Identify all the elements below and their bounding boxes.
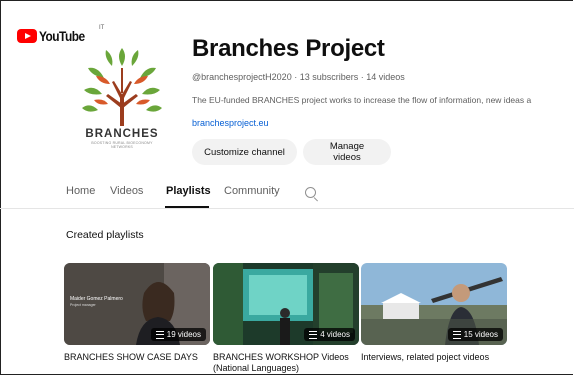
playlist-thumbnail[interactable]: 15 videos [361, 263, 507, 345]
playlist-thumbnail[interactable]: 4 videos [213, 263, 359, 345]
video-count-badge: 19 videos [150, 328, 206, 341]
video-count-badge: 15 videos [447, 328, 503, 341]
region-code: IT [99, 25, 105, 31]
avatar-tagline: BOOSTING RURAL BIOECONOMY NETWORKS [91, 141, 153, 149]
playlist-title[interactable]: BRANCHES SHOW CASE DAYS [64, 352, 210, 363]
playlist-card[interactable]: Maider Gomez Palmero Project manager 19 … [64, 263, 210, 363]
playlist-icon [309, 330, 318, 339]
thumbnail-overlay-role: Project manager [70, 303, 96, 307]
channel-tabs: Home Videos Playlists Community [0, 178, 574, 209]
channel-description[interactable]: The EU-funded BRANCHES project works to … [192, 95, 574, 105]
playlist-card[interactable]: 4 videos BRANCHES WORKSHOP Videos (Natio… [213, 263, 359, 374]
customize-channel-button[interactable]: Customize channel [192, 139, 297, 165]
search-icon[interactable] [305, 187, 316, 198]
channel-title: Branches Project [192, 35, 385, 62]
playlist-title[interactable]: BRANCHES WORKSHOP Videos (National Langu… [213, 352, 359, 374]
manage-videos-button[interactable]: Manage videos [303, 139, 391, 165]
tab-playlists[interactable]: Playlists [166, 185, 211, 197]
playlist-thumbnail[interactable]: Maider Gomez Palmero Project manager 19 … [64, 263, 210, 345]
tab-home[interactable]: Home [66, 185, 95, 197]
channel-link[interactable]: branchesproject.eu [192, 118, 269, 128]
thumbnail-overlay-name: Maider Gomez Palmero [70, 296, 123, 302]
playlist-card[interactable]: 15 videos Interviews, related poject vid… [361, 263, 507, 363]
tab-videos[interactable]: Videos [110, 185, 143, 197]
active-tab-indicator [165, 206, 209, 208]
section-title: Created playlists [66, 229, 144, 241]
tab-community[interactable]: Community [224, 185, 280, 197]
channel-meta: @branchesprojectH2020 · 13 subscribers ·… [192, 72, 405, 82]
youtube-play-icon [17, 29, 37, 43]
playlist-icon [155, 330, 164, 339]
playlist-icon [452, 330, 461, 339]
playlist-title[interactable]: Interviews, related poject videos [361, 352, 507, 363]
video-count-badge: 4 videos [304, 328, 355, 341]
avatar-brand-name: BRANCHES [85, 128, 159, 140]
